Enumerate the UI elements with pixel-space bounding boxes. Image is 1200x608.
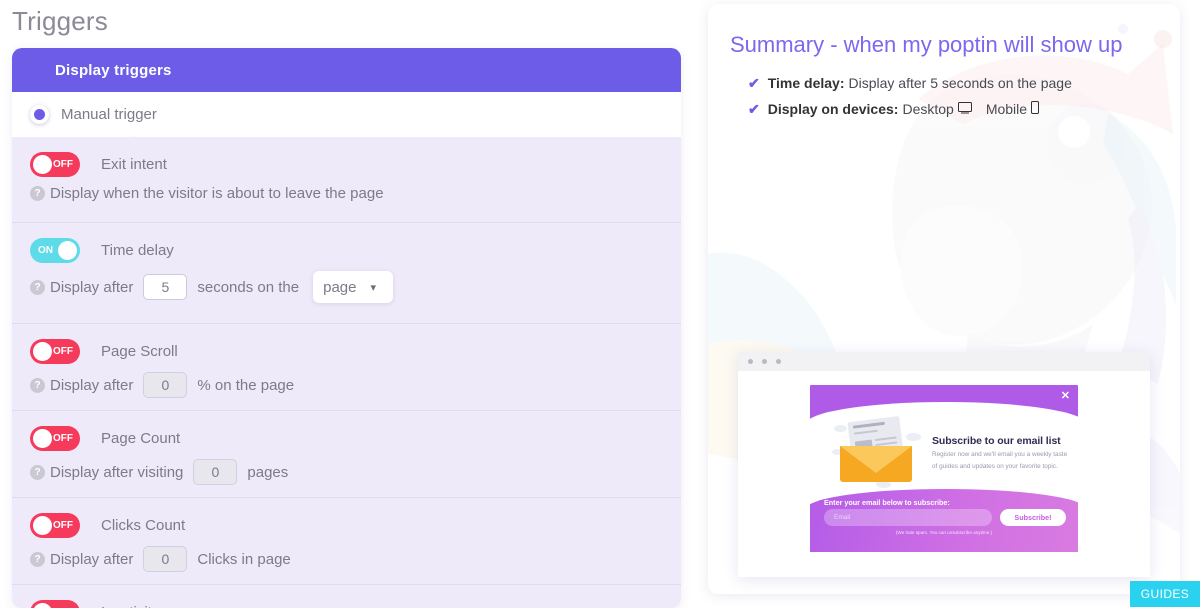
summary-item-time-delay: ✔ Time delay: Display after 5 seconds on… [748,72,1072,94]
cloud-icon [834,425,847,432]
trigger-row-page-scroll: OFF Page Scroll ? Display after % on the… [12,324,681,411]
summary-title: Summary - when my poptin will show up [730,32,1123,57]
help-icon[interactable]: ? [30,464,45,480]
page-scroll-input[interactable] [143,372,188,398]
popup-subtext: Register now and we'll email you a weekl… [932,451,1068,470]
clicks-count-input[interactable] [143,546,188,572]
browser-preview-mock: ✕ Subscribe to our email list Register n… [738,352,1150,577]
popup-subscribe-button[interactable]: Subscribe! [1000,509,1066,526]
triggers-list: OFF Exit intent ? Display when the visit… [12,137,681,608]
toggle-page-scroll[interactable]: OFF [30,338,80,364]
manual-trigger-label: Manual trigger [61,106,157,123]
trigger-label-page-scroll: Page Scroll [101,342,178,360]
triggers-column: Triggers Display triggers Manual trigger… [0,0,700,608]
card-header-title: Display triggers [55,61,172,79]
toggle-state-label: OFF [53,158,73,170]
cloud-icon [906,433,921,441]
trigger-label-page-count: Page Count [101,429,181,447]
popup-heading: Subscribe to our email list [932,435,1061,447]
toggle-state-label: OFF [53,600,73,608]
radio-inner-dot [34,109,45,120]
mobile-icon [1031,101,1040,117]
toggle-knob [33,602,52,608]
card-header: Display triggers [12,48,681,92]
trigger-desc-prefix: Display after visiting [50,463,184,481]
time-delay-input[interactable] [143,274,188,300]
page-count-input[interactable] [193,459,238,485]
popup-preview: ✕ Subscribe to our email list Register n… [810,385,1078,552]
trigger-label-clicks-count: Clicks Count [101,516,186,534]
browser-dot-icon [776,359,781,364]
desktop-icon [957,101,972,117]
toggle-state-label: OFF [53,345,73,357]
summary-item-label: Display on devices: [767,101,899,117]
browser-title-bar [738,352,1150,371]
trigger-desc-suffix: pages [247,463,289,481]
help-icon[interactable]: ? [30,279,45,295]
cloud-icon [876,481,891,488]
time-delay-scope-select[interactable]: page ▾ [313,271,394,303]
toggle-time-delay[interactable]: ON [30,237,80,263]
trigger-label-time-delay: Time delay [101,241,174,259]
trigger-desc-prefix: Display after [50,376,134,394]
toggle-knob [33,428,52,448]
trigger-row-time-delay: ON Time delay ? Display after seconds on… [12,223,681,324]
toggle-knob [33,154,52,174]
popup-form-label: Enter your email below to subscribe: [824,498,950,507]
toggle-exit-intent[interactable]: OFF [30,151,80,177]
browser-dot-icon [762,359,767,364]
popup-close-icon[interactable]: ✕ [1061,389,1070,402]
trigger-row-page-count: OFF Page Count ? Display after visiting … [12,411,681,498]
envelope-illustration [832,416,921,488]
toggle-knob [33,341,52,361]
popup-email-input[interactable]: Email [824,509,992,526]
trigger-desc-prefix: Display after [50,550,134,568]
trigger-row-inactivity: OFF Inactivity ? Display after seconds a… [12,585,681,608]
toggle-knob [33,515,52,535]
browser-dot-icon [748,359,753,364]
toggle-clicks-count[interactable]: OFF [30,512,80,538]
toggle-state-label: ON [38,244,53,256]
summary-item-text: Display after 5 seconds on the page [848,75,1072,91]
app-root: Triggers Display triggers Manual trigger… [0,0,1200,608]
trigger-row-clicks-count: OFF Clicks Count ? Display after Clicks … [12,498,681,585]
manual-trigger-row[interactable]: Manual trigger [12,92,681,145]
display-triggers-card: Display triggers Manual trigger OFF Exit… [12,48,681,608]
toggle-state-label: OFF [53,519,73,531]
help-icon[interactable]: ? [30,377,45,393]
trigger-desc-suffix: seconds on the [197,278,300,296]
trigger-row-exit-intent: OFF Exit intent ? Display when the visit… [12,137,681,223]
summary-item-label: Time delay: [767,75,845,91]
trigger-desc-prefix: Display after [50,278,134,296]
trigger-desc-suffix: Clicks in page [197,550,291,568]
toggle-inactivity[interactable]: OFF [30,599,80,608]
chevron-down-icon: ▾ [370,281,377,294]
check-icon: ✔ [748,74,760,91]
help-icon[interactable]: ? [30,186,45,201]
check-icon: ✔ [748,100,760,117]
envelope-flap [840,446,912,473]
summary-panel: Summary - when my poptin will show up ✔ … [708,4,1180,594]
help-icon[interactable]: ? [30,551,45,567]
toggle-knob [58,240,77,260]
summary-item-devices: ✔ Display on devices: Desktop Mobile [748,98,1072,120]
page-title: Triggers [12,6,108,36]
popup-fine-print: (We hate spam. You can unsubscribe anyti… [895,530,993,535]
summary-device-desktop: Desktop [902,101,954,117]
trigger-desc-exit-intent: Display when the visitor is about to lea… [50,185,384,202]
radio-icon[interactable] [30,105,49,124]
toggle-page-count[interactable]: OFF [30,425,80,451]
toggle-state-label: OFF [53,432,73,444]
select-value: page [323,278,357,296]
trigger-label-inactivity: Inactivity [101,604,159,608]
guides-badge[interactable]: GUIDES [1130,581,1200,607]
summary-device-mobile: Mobile [985,101,1028,117]
summary-list: ✔ Time delay: Display after 5 seconds on… [748,72,1072,124]
trigger-desc-suffix: % on the page [197,376,295,394]
trigger-label-exit-intent: Exit intent [101,155,167,173]
